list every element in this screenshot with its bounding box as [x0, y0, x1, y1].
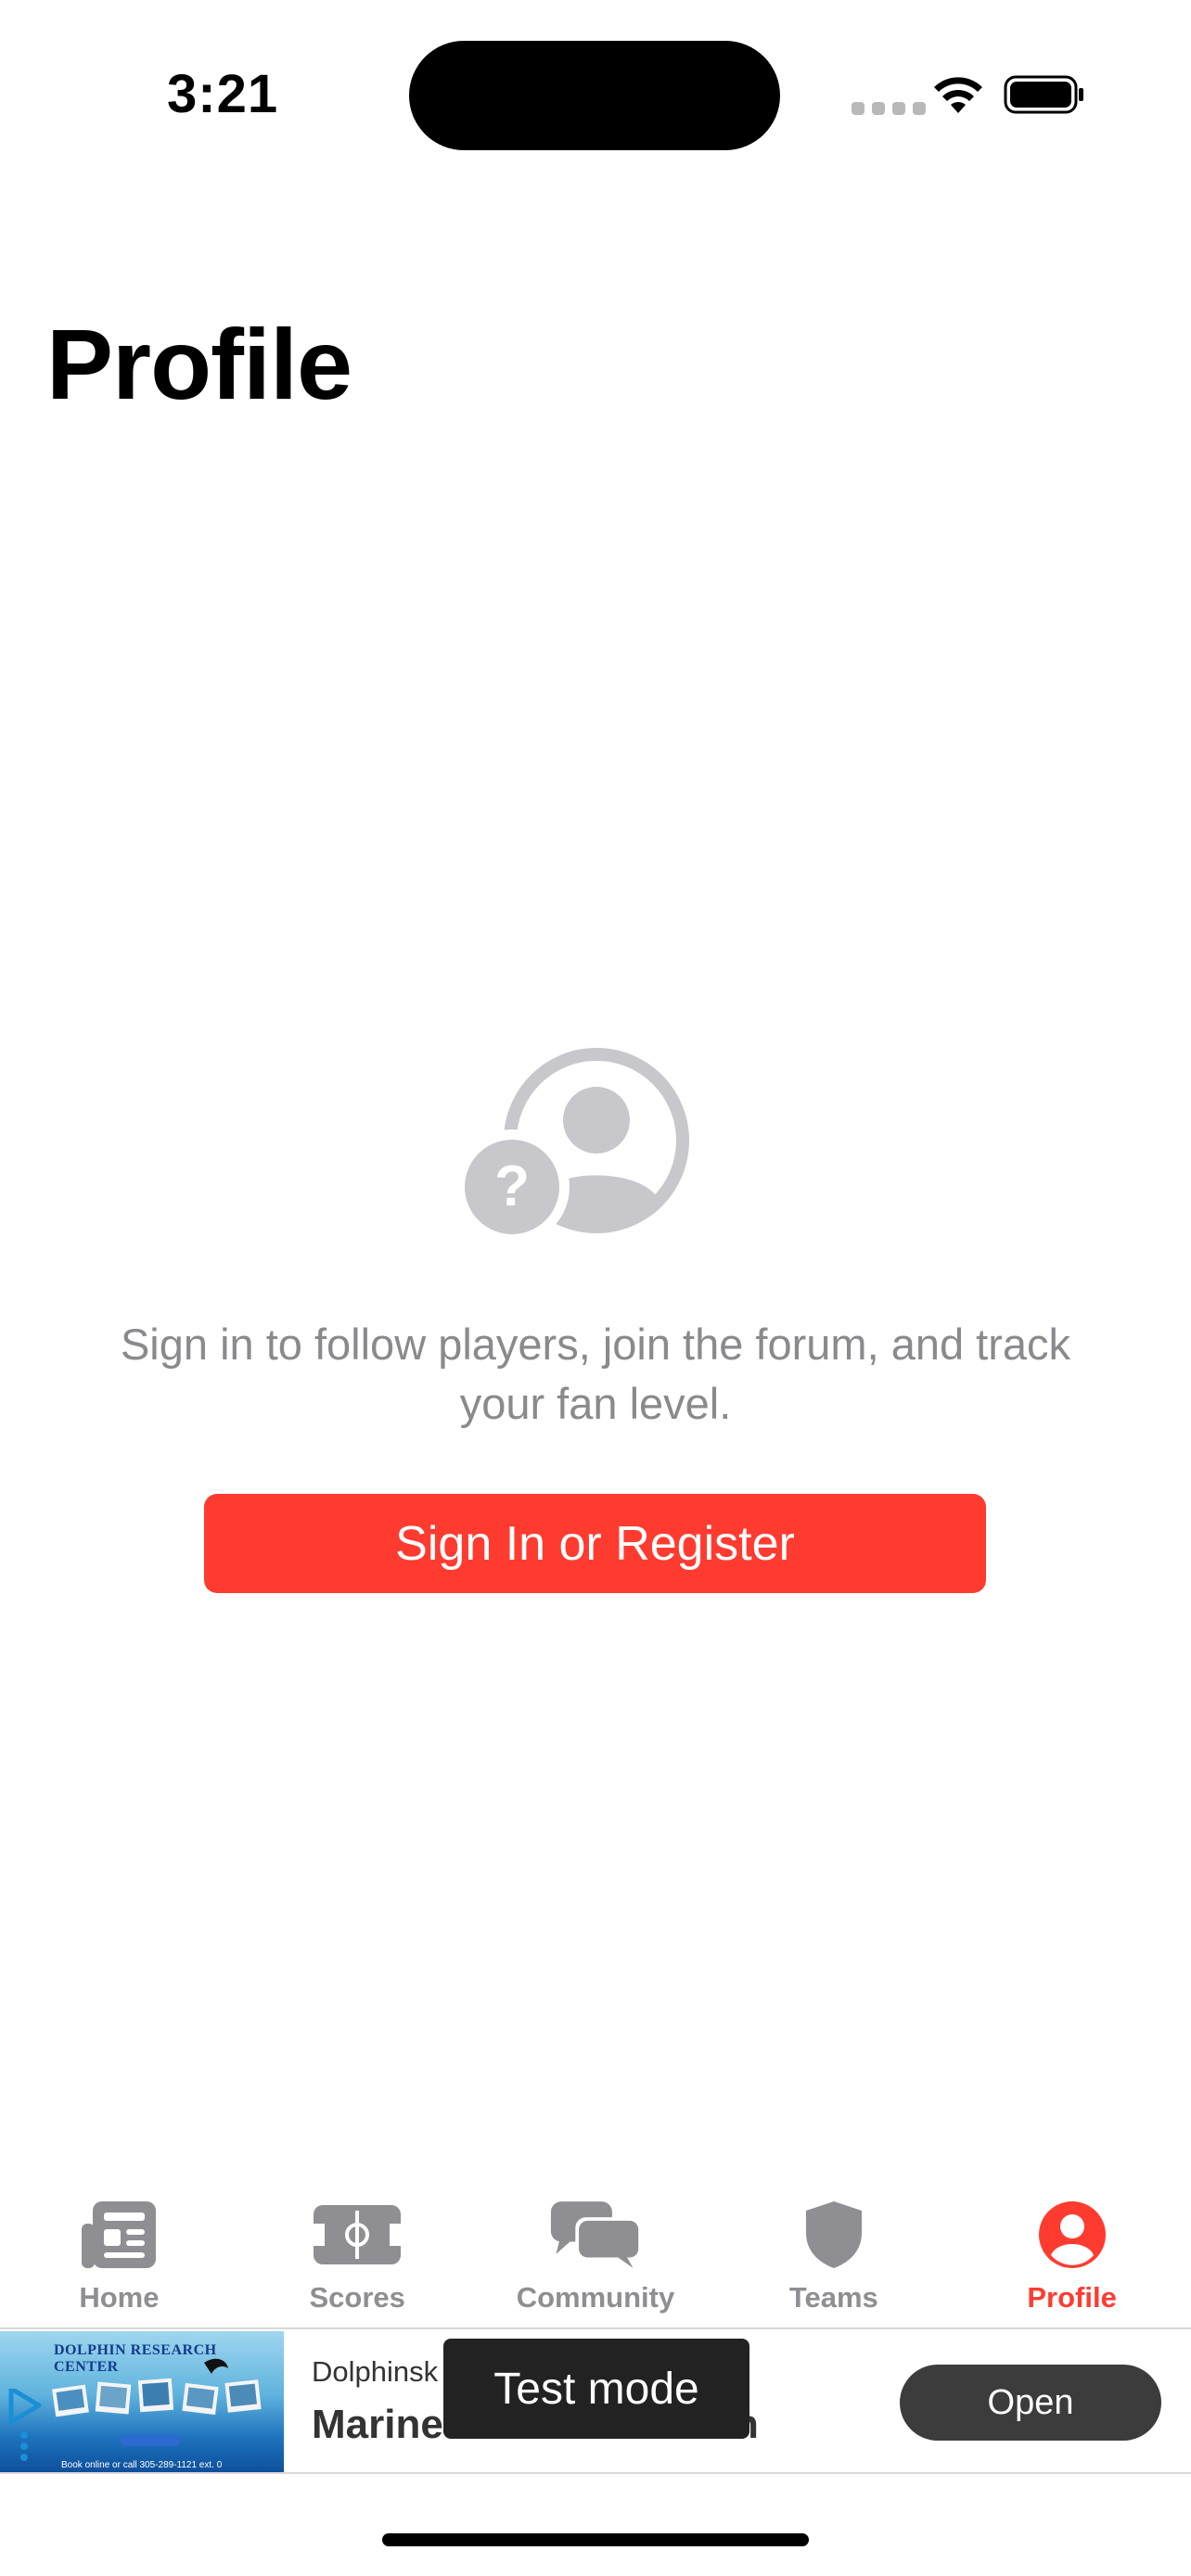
tab-label: Scores: [309, 2281, 405, 2314]
ad-choices-icon[interactable]: [2, 2389, 45, 2463]
ad-headline-start: Marine: [312, 2402, 443, 2447]
tab-bar: Home Scores Community Teams Profile: [0, 2188, 1191, 2326]
tab-scores[interactable]: Scores: [238, 2188, 477, 2326]
person-icon: [1026, 2196, 1119, 2274]
test-mode-label: Test mode: [443, 2339, 749, 2439]
tab-community[interactable]: Community: [477, 2188, 715, 2326]
person-question-icon: ?: [464, 1048, 689, 1241]
newspaper-icon: [72, 2196, 165, 2274]
field-icon: [311, 2196, 403, 2274]
profile-screen: 3:21 Profile ? Sign in to follow players…: [0, 0, 1191, 2576]
status-time: 3:21: [167, 64, 279, 124]
wifi-icon: [934, 77, 982, 113]
sign-in-register-button[interactable]: Sign In or Register: [204, 1494, 986, 1593]
sign-in-prompt: Sign in to follow players, join the foru…: [120, 1320, 1071, 1428]
tab-teams[interactable]: Teams: [714, 2188, 953, 2326]
ad-open-button[interactable]: Open: [900, 2365, 1161, 2441]
ad-advertiser: Dolphinsk: [312, 2355, 439, 2388]
tab-home[interactable]: Home: [0, 2188, 238, 2326]
tab-label: Teams: [788, 2281, 878, 2314]
cellular-signal-icon: [852, 102, 926, 115]
dynamic-island: [409, 41, 780, 150]
tab-label: Profile: [1027, 2281, 1117, 2314]
tab-label: Home: [79, 2281, 160, 2314]
page-title: Profile: [46, 308, 352, 420]
svg-text:?: ?: [494, 1154, 530, 1218]
tab-label: Community: [516, 2281, 675, 2314]
chat-bubbles-icon: [549, 2196, 642, 2274]
battery-icon: [1004, 75, 1083, 114]
ad-image-footer: Book online or call 305-289-1121 ext. 0: [61, 2460, 223, 2470]
shield-icon: [788, 2196, 880, 2274]
tab-profile[interactable]: Profile: [953, 2188, 1191, 2326]
home-indicator[interactable]: [382, 2533, 809, 2546]
